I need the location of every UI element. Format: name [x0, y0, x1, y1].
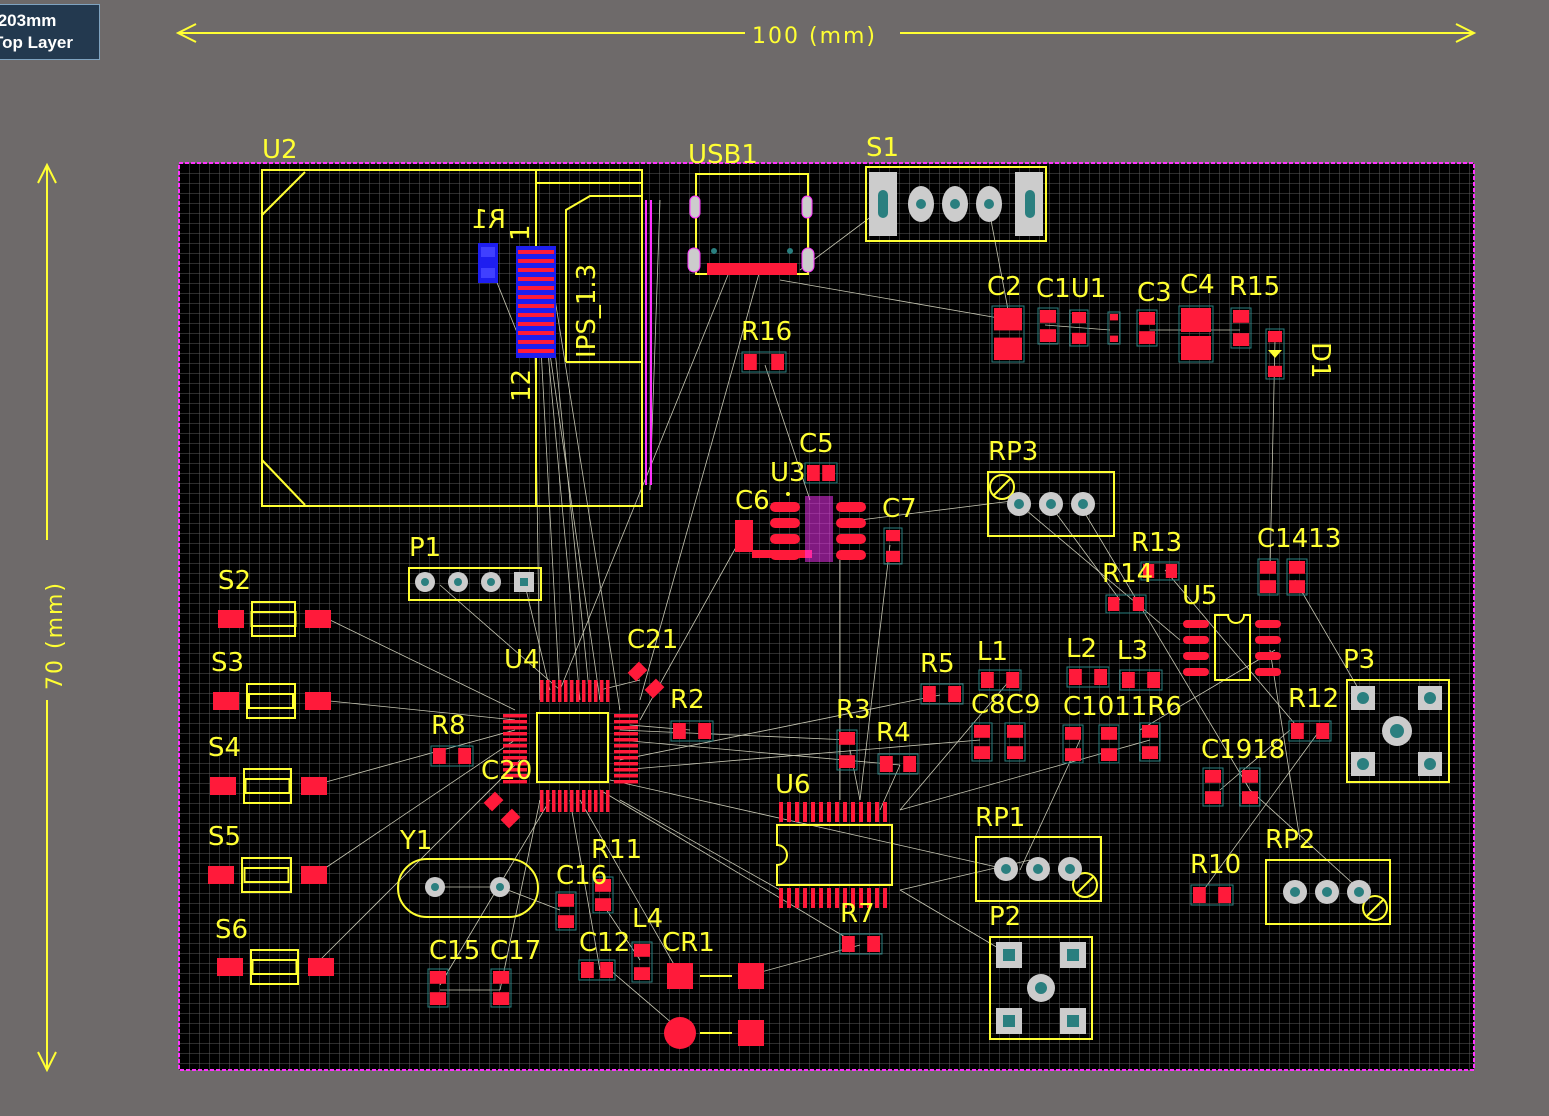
label-c4: C4	[1180, 270, 1215, 300]
label-d1: D1	[1305, 342, 1335, 379]
label-r12: R12	[1288, 684, 1339, 714]
label-l1: L1	[977, 637, 1008, 667]
label-c16: C16	[556, 861, 607, 891]
ic-u3[interactable]	[770, 492, 866, 562]
label-c1413: C1413	[1257, 524, 1341, 554]
label-r8: R8	[431, 711, 466, 741]
label-u6: U6	[775, 770, 811, 800]
label-s5: S5	[208, 822, 241, 852]
height-dimension-label: 70 (mm)	[43, 581, 68, 690]
label-r7: R7	[840, 899, 875, 929]
resistor-r1[interactable]	[478, 243, 498, 283]
label-r10: R10	[1190, 850, 1241, 880]
label-c2: C2	[987, 272, 1022, 302]
label-c6: C6	[735, 486, 770, 516]
label-l4: L4	[632, 904, 663, 934]
label-c1011r6: C1011R6	[1063, 692, 1182, 722]
label-r15: R15	[1229, 272, 1280, 302]
label-p3: P3	[1343, 645, 1375, 675]
label-c5: C5	[799, 429, 834, 459]
label-c12: C12	[579, 928, 630, 958]
label-r16: R16	[741, 317, 792, 347]
label-c15: C15	[429, 936, 480, 966]
label-r14: R14	[1102, 559, 1153, 589]
label-c8c9: C8C9	[971, 690, 1040, 720]
label-y1: Y1	[399, 826, 432, 856]
width-dimension: 100 (mm)	[175, 23, 1477, 49]
label-s2: S2	[218, 566, 251, 596]
pcb-canvas[interactable]: 100 (mm) 70 (mm) IPS_1.3 1 12 U2 USB1 S1…	[0, 0, 1549, 1116]
label-c7: C7	[882, 494, 917, 524]
label-c1u1: C1U1	[1036, 274, 1106, 304]
label-s4: S4	[208, 733, 241, 763]
pin12-marker: 12	[507, 369, 537, 402]
label-c3: C3	[1137, 278, 1172, 308]
label-u2: U2	[262, 135, 298, 165]
width-dimension-label: 100 (mm)	[752, 24, 877, 49]
label-s1: S1	[866, 133, 899, 163]
lcd-fpc-pads[interactable]	[516, 246, 556, 358]
label-r1: R1	[471, 205, 506, 235]
label-u5: U5	[1182, 581, 1218, 611]
label-p1: P1	[409, 533, 441, 563]
label-rp3: RP3	[988, 437, 1038, 467]
label-p2: P2	[989, 902, 1021, 932]
lcd-label: IPS_1.3	[572, 264, 602, 358]
label-u3: U3	[770, 458, 806, 488]
label-s6: S6	[215, 915, 248, 945]
label-r13: R13	[1131, 528, 1182, 558]
label-cr1: CR1	[662, 928, 715, 958]
label-l3: L3	[1117, 636, 1148, 666]
label-r5: R5	[920, 649, 955, 679]
label-l2: L2	[1066, 634, 1097, 664]
label-c1918: C1918	[1201, 735, 1285, 765]
label-rp2: RP2	[1265, 825, 1315, 855]
label-rp1: RP1	[975, 803, 1025, 833]
label-r4: R4	[876, 718, 911, 748]
label-c17: C17	[490, 936, 541, 966]
label-usb1: USB1	[688, 140, 758, 170]
label-s3: S3	[211, 648, 244, 678]
label-c20: C20	[481, 756, 532, 786]
label-u4: U4	[504, 645, 540, 675]
label-c21: C21	[627, 625, 678, 655]
height-dimension: 70 (mm)	[37, 162, 68, 1073]
label-r2: R2	[670, 685, 705, 715]
label-r3: R3	[836, 695, 871, 725]
pin1-marker: 1	[506, 224, 536, 241]
